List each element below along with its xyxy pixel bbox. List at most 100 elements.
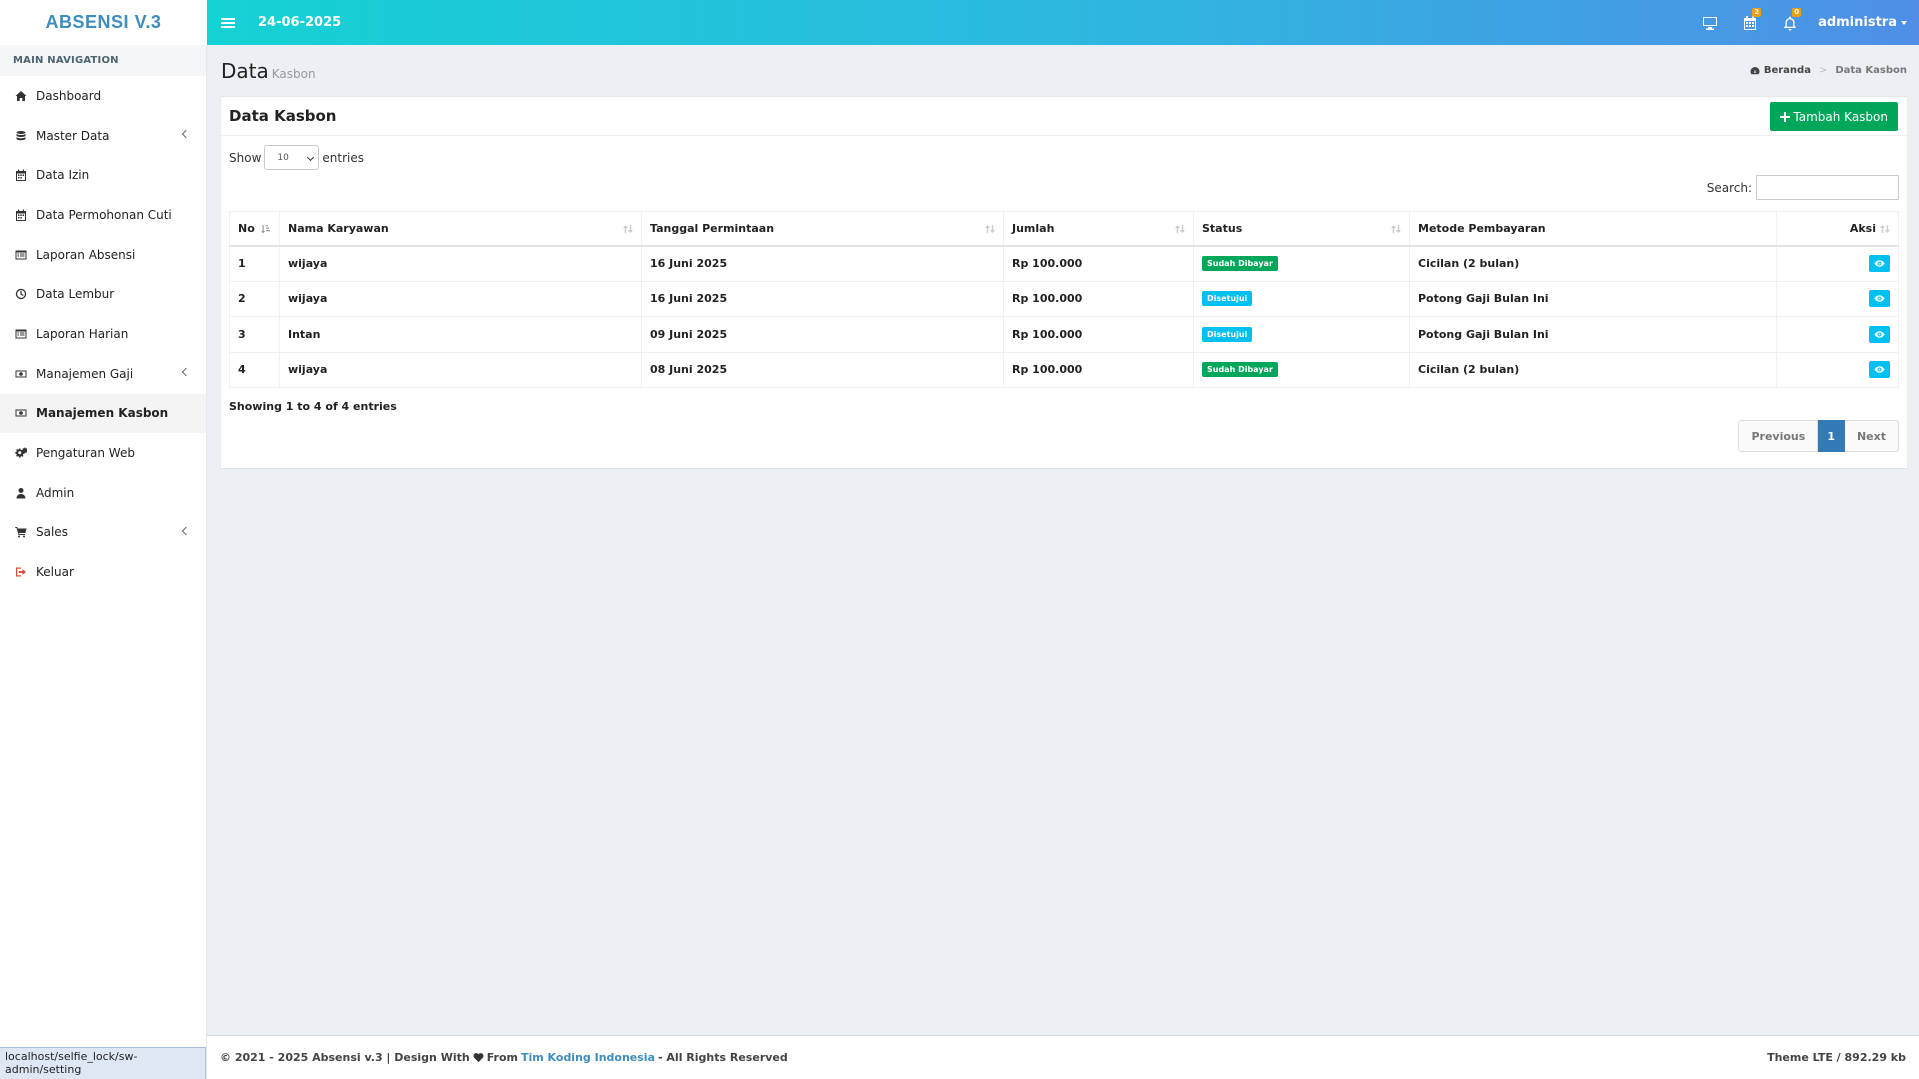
sidebar-item-data-izin[interactable]: Data Izin — [0, 155, 206, 195]
navbar: 24-06-2025 2 0 administra — [207, 0, 1919, 45]
sort-icon — [1880, 225, 1890, 233]
column-header-status[interactable]: Status — [1193, 211, 1410, 247]
breadcrumb-separator: > — [1818, 65, 1828, 76]
footer-link[interactable]: Tim Koding Indonesia — [521, 1051, 655, 1064]
view-button[interactable] — [1869, 290, 1890, 308]
sidebar-item-dashboard[interactable]: Dashboard — [0, 76, 206, 116]
search-control: Search: — [1707, 175, 1899, 200]
sidebar-item-label: Data Lembur — [36, 287, 115, 302]
column-header-jumlah[interactable]: Jumlah — [1003, 211, 1194, 247]
sidebar-toggle-icon[interactable] — [221, 17, 235, 28]
breadcrumb-home[interactable]: Beranda — [1764, 65, 1811, 76]
column-header-label: Metode Pembayaran — [1418, 221, 1546, 235]
sidebar-item-data-lembur[interactable]: Data Lembur — [0, 274, 206, 314]
footer-right: Theme LTE / 892.29 kb — [1767, 1051, 1906, 1064]
search-label: Search: — [1706, 180, 1752, 195]
money-icon — [14, 406, 28, 420]
table-row: 3 Intan 09 Juni 2025 Rp 100.000 Disetuju… — [229, 316, 1899, 353]
calendar-icon — [14, 168, 28, 182]
sidebar-item-pengaturan-web[interactable]: Pengaturan Web — [0, 433, 206, 473]
cell-metode: Cicilan (2 bulan) — [1409, 351, 1777, 388]
column-header-aksi[interactable]: Aksi — [1776, 211, 1899, 247]
sidebar-item-laporan-harian[interactable]: Laporan Harian — [0, 314, 206, 354]
view-button[interactable] — [1869, 361, 1890, 379]
table-row: 4 wijaya 08 Juni 2025 Rp 100.000 Sudah D… — [229, 351, 1899, 388]
sidebar-item-data-permohonan-cuti[interactable]: Data Permohonan Cuti — [0, 195, 206, 235]
view-button[interactable] — [1869, 255, 1890, 272]
box-divider — [221, 135, 1907, 136]
current-date: 24-06-2025 — [258, 15, 342, 30]
sidebar-item-label: Sales — [36, 525, 68, 540]
column-header-label: Aksi — [1849, 221, 1876, 235]
cell-tanggal: 09 Juni 2025 — [641, 316, 1004, 353]
cell-jumlah: Rp 100.000 — [1003, 280, 1194, 317]
column-header-tanggal-permintaan[interactable]: Tanggal Permintaan — [641, 211, 1004, 247]
user-menu[interactable]: administra — [1810, 15, 1919, 30]
sidebar-item-laporan-absensi[interactable]: Laporan Absensi — [0, 235, 206, 275]
cell-metode: Potong Gaji Bulan Ini — [1409, 280, 1777, 317]
table-row: 1 wijaya 16 Juni 2025 Rp 100.000 Sudah D… — [229, 245, 1899, 282]
column-header-label: Status — [1202, 221, 1243, 235]
column-header-nama-karyawan[interactable]: Nama Karyawan — [279, 211, 642, 247]
view-button[interactable] — [1869, 325, 1890, 343]
add-kasbon-label: Tambah Kasbon — [1793, 109, 1888, 124]
eye-icon — [1874, 366, 1885, 373]
desktop-icon[interactable] — [1690, 0, 1730, 45]
sidebar-item-manajemen-gaji[interactable]: Manajemen Gaji — [0, 354, 206, 394]
clock-icon — [14, 287, 28, 301]
sidebar-item-label: Data Izin — [36, 168, 90, 183]
column-header-metode-pembayaran: Metode Pembayaran — [1409, 211, 1777, 247]
pagination-next[interactable]: Next — [1844, 420, 1899, 452]
footer: © 2021 - 2025 Absensi v.3 | Design With … — [207, 1035, 1919, 1079]
bell-icon[interactable]: 0 — [1770, 0, 1810, 45]
pagination-previous[interactable]: Previous — [1738, 420, 1819, 452]
eye-icon — [1874, 295, 1885, 302]
status-badge: Disetujui — [1202, 326, 1253, 342]
sidebar-item-label: Laporan Harian — [36, 326, 129, 341]
sort-icon — [985, 225, 995, 233]
cell-metode: Cicilan (2 bulan) — [1409, 245, 1777, 282]
caret-down-icon — [1901, 20, 1907, 25]
cell-tanggal: 16 Juni 2025 — [641, 245, 1004, 282]
sidebar-item-admin[interactable]: Admin — [0, 473, 206, 513]
sidebar-item-label: Laporan Absensi — [36, 247, 136, 262]
list-alt-icon — [14, 327, 28, 341]
pagination-page-1[interactable]: 1 — [1818, 420, 1845, 452]
kasbon-table: No Nama Karyawan Tanggal Permintaan Juml… — [229, 211, 1899, 388]
sidebar-item-sales[interactable]: Sales — [0, 513, 206, 553]
cell-jumlah: Rp 100.000 — [1003, 316, 1194, 353]
search-input[interactable] — [1756, 175, 1899, 200]
add-kasbon-button[interactable]: Tambah Kasbon — [1770, 102, 1898, 131]
page-subtitle: Kasbon — [271, 67, 316, 81]
money-icon — [14, 367, 28, 381]
cell-aksi — [1776, 280, 1899, 317]
list-alt-icon — [14, 248, 28, 262]
chevron-left-icon — [181, 129, 191, 138]
sign-out-icon — [14, 565, 28, 579]
cell-status: Disetujui — [1193, 280, 1410, 317]
app-logo[interactable]: ABSENSI V.3 — [0, 0, 207, 45]
chevron-left-icon — [181, 526, 191, 535]
sidebar-header: MAIN NAVIGATION — [0, 45, 206, 76]
sidebar-item-label: Dashboard — [36, 88, 102, 103]
sort-icon — [1175, 225, 1185, 233]
footer-rights: - All Rights Reserved — [658, 1051, 788, 1064]
page-length-select[interactable]: 10 — [264, 145, 320, 170]
sidebar-item-manajemen-kasbon[interactable]: Manajemen Kasbon — [0, 393, 206, 434]
cell-no: 4 — [229, 351, 280, 388]
sidebar-item-keluar[interactable]: Keluar — [0, 552, 206, 592]
heart-icon — [473, 1053, 484, 1063]
calendar-notification-icon[interactable]: 2 — [1730, 0, 1770, 45]
home-icon — [14, 89, 28, 103]
column-header-no[interactable]: No — [229, 211, 280, 247]
sidebar-item-label: Manajemen Gaji — [36, 366, 134, 381]
sidebar-item-master-data[interactable]: Master Data — [0, 116, 206, 156]
sort-icon — [1391, 225, 1401, 233]
column-header-label: Tanggal Permintaan — [650, 221, 775, 235]
sort-icon — [623, 225, 633, 233]
sidebar-item-label: Manajemen Kasbon — [36, 406, 169, 421]
eye-icon — [1874, 260, 1885, 267]
cell-no: 2 — [229, 280, 280, 317]
sidebar-item-label: Master Data — [36, 128, 110, 143]
cell-jumlah: Rp 100.000 — [1003, 245, 1194, 282]
